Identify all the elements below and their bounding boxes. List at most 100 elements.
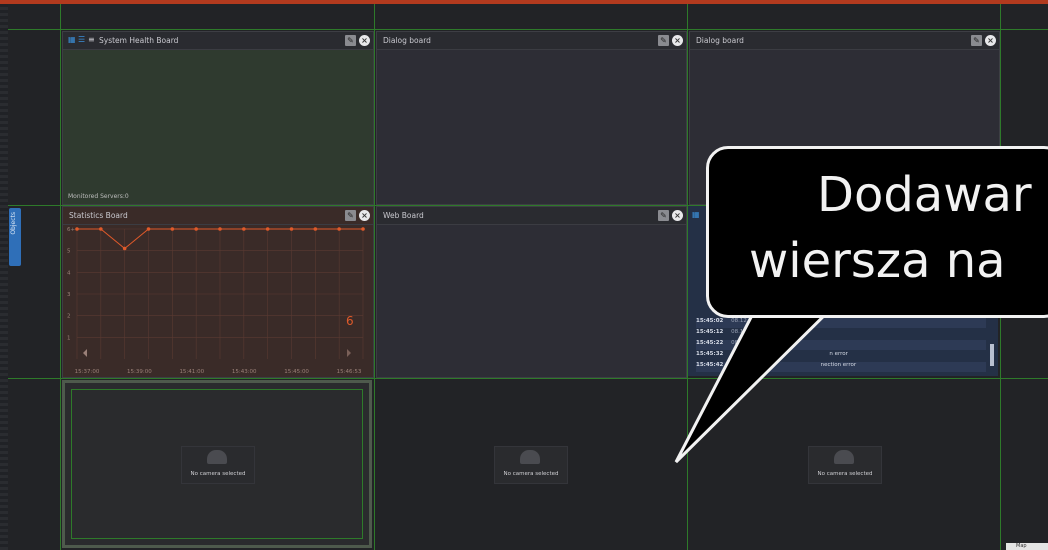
left-edge-strip (0, 4, 8, 550)
x-tick-label: 15:46:53 (337, 369, 362, 375)
log-row[interactable]: 15:45:22 08.12.2015 (696, 340, 986, 350)
callout-bubble: Dodawar wiersza na (706, 146, 1048, 318)
camera-placeholder: No camera selected (494, 446, 568, 484)
data-point (265, 227, 270, 231)
grid-line (8, 378, 1048, 379)
statistics-board[interactable]: Statistics Board ✎ × 1 2 3 4 5 6+ 15:37:00 15:3… (62, 206, 374, 378)
data-point (146, 227, 151, 231)
edit-icon[interactable]: ✎ (345, 210, 356, 221)
board-header[interactable]: Dialog board ✎ × (377, 32, 686, 50)
grid-line (60, 4, 61, 550)
data-point (170, 227, 175, 231)
callout-line-2: wiersza na (749, 233, 1006, 289)
log-time: 15:45:12 (696, 329, 724, 335)
camera-icon (834, 450, 854, 464)
y-tick-label: 1 (67, 335, 71, 341)
callout-line-1: Dodawar (817, 167, 1032, 223)
log-row[interactable]: 15:45:02 08.12.2015 (696, 318, 986, 328)
log-date: 08.12.2015 (731, 318, 763, 324)
grid-view-icon[interactable]: ▦ (692, 211, 700, 219)
scroll-left-icon (83, 349, 87, 357)
camera-placeholder: No camera selected (808, 446, 882, 484)
detail-view-icon[interactable]: ≡ (88, 36, 96, 44)
data-point (194, 227, 198, 231)
close-icon[interactable]: × (359, 210, 370, 221)
grid-line (8, 29, 1048, 30)
edit-icon[interactable]: ✎ (658, 210, 669, 221)
map-label: Map (1016, 543, 1027, 549)
web-board[interactable]: Web Board ✎ × (376, 206, 687, 378)
y-tick-label: 5 (67, 249, 71, 255)
log-date: 08.12.2015 (731, 340, 763, 346)
close-icon[interactable]: × (672, 35, 683, 46)
log-time: 15:45:22 (696, 340, 724, 346)
no-camera-label: No camera selected (503, 471, 559, 477)
statistics-chart: 1 2 3 4 5 6+ 15:37:00 15:39:00 15:41:00 15:43:00 1… (67, 227, 365, 375)
board-title: Web Board (383, 211, 424, 220)
close-icon[interactable]: × (985, 35, 996, 46)
board-title: Statistics Board (69, 211, 128, 220)
log-row[interactable]: 15:45:42 08.12 nection error (696, 362, 986, 372)
map-button[interactable]: Map (1006, 543, 1048, 550)
dialog-board[interactable]: Dialog board ✎ × (376, 31, 687, 205)
x-tick-label: 15:39:00 (127, 369, 152, 375)
log-row[interactable]: 15:45:12 08.12.2015 (696, 329, 986, 339)
log-time: 15:45:42 (696, 362, 724, 368)
y-tick-label: 4 (67, 270, 71, 276)
log-time: 15:45:02 (696, 318, 724, 324)
grid-line (374, 4, 375, 550)
monitored-servers-text: Monitored Servers:0 (68, 193, 129, 200)
y-tick-label: 2 (67, 314, 71, 320)
edit-icon[interactable]: ✎ (971, 35, 982, 46)
objects-tab-label: Objects (10, 212, 17, 235)
edit-icon[interactable]: ✎ (658, 35, 669, 46)
grid-view-icon[interactable]: ▦ (68, 36, 76, 44)
board-title: Dialog board (696, 36, 744, 45)
close-icon[interactable]: × (672, 210, 683, 221)
log-date: 08.12.2015 (731, 329, 763, 335)
log-date: 08.12 (731, 362, 747, 368)
system-health-board[interactable]: ▦ ☰ ≡ System Health Board ✎ × Monitored … (62, 31, 374, 205)
board-header[interactable]: Web Board ✎ × (377, 207, 686, 225)
board-title: Dialog board (383, 36, 431, 45)
board-header[interactable]: ▦ ☰ ≡ System Health Board ✎ × (63, 32, 373, 50)
log-date: 08.12.20 (731, 351, 756, 357)
x-tick-label: 15:41:00 (179, 369, 204, 375)
log-row[interactable]: 15:45:32 08.12.20 n error (696, 351, 986, 361)
statistics-body: 1 2 3 4 5 6+ 15:37:00 15:39:00 15:41:00 15:43:00 1… (63, 225, 373, 377)
data-point (122, 246, 127, 251)
log-time: 15:45:32 (696, 351, 724, 357)
y-tick-label: 3 (67, 292, 71, 298)
data-point (75, 227, 79, 231)
board-header[interactable]: Statistics Board ✎ × (63, 207, 373, 225)
current-value: 6 (346, 314, 354, 328)
list-view-icon[interactable]: ☰ (78, 36, 86, 44)
close-icon[interactable]: × (359, 35, 370, 46)
camera-placeholder: No camera selected (181, 446, 255, 484)
x-tick-label: 15:43:00 (232, 369, 257, 375)
data-point (313, 227, 318, 231)
y-tick-label: 6+ (67, 227, 75, 233)
log-scrollbar[interactable] (990, 344, 994, 366)
data-point (361, 227, 365, 231)
no-camera-label: No camera selected (817, 471, 873, 477)
log-message: n error (829, 351, 848, 357)
camera-icon (520, 450, 540, 464)
edit-icon[interactable]: ✎ (345, 35, 356, 46)
scroll-right-icon (347, 349, 351, 357)
data-point (337, 227, 341, 231)
x-tick-label: 15:45:00 (284, 369, 309, 375)
health-body: Monitored Servers:0 (63, 50, 373, 204)
data-point (99, 227, 103, 231)
no-camera-label: No camera selected (190, 471, 246, 477)
objects-tab[interactable]: Objects (9, 208, 21, 266)
data-point (218, 227, 222, 231)
board-header[interactable]: Dialog board ✎ × (690, 32, 999, 50)
data-point (289, 227, 294, 231)
board-title: System Health Board (99, 36, 179, 45)
data-point (242, 227, 246, 231)
log-message: nection error (820, 362, 857, 368)
top-status-bar (0, 0, 1048, 4)
x-tick-label: 15:37:00 (75, 369, 100, 375)
camera-icon (207, 450, 227, 464)
